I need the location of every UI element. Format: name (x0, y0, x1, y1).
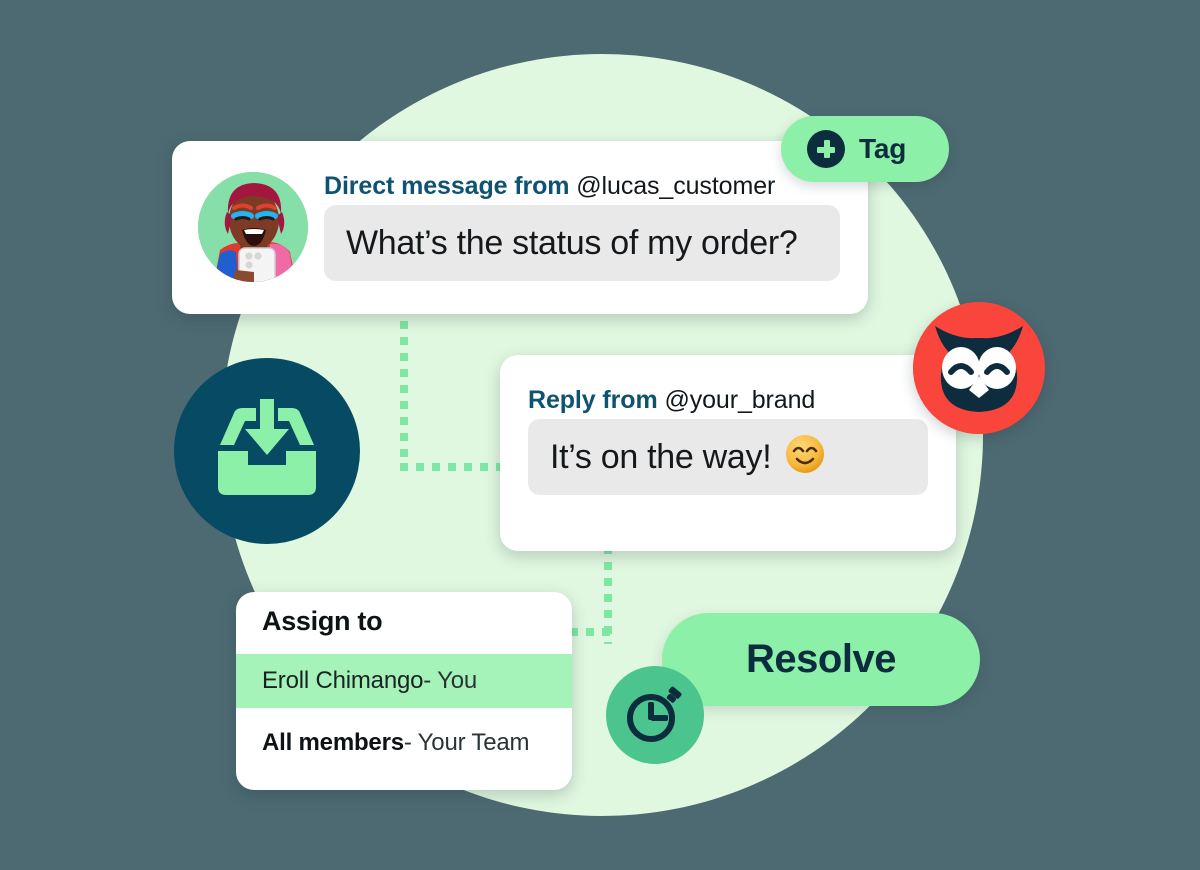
tag-button[interactable]: Tag (781, 116, 949, 182)
hootsuite-owl-logo-icon (913, 302, 1045, 434)
connector-horizontal-dm (400, 463, 510, 471)
reply-bubble: It’s on the way! (528, 419, 928, 495)
assign-option-all-members[interactable]: All members - Your Team (236, 716, 572, 770)
connector-horizontal-reply (570, 628, 612, 636)
plus-circle-icon (807, 130, 845, 168)
direct-message-heading: Direct message from @lucas_customer (324, 172, 775, 201)
assign-to-title: Assign to (262, 606, 383, 636)
illustration-stage: Direct message from @lucas_customer What… (0, 0, 1200, 870)
assign-option-name: All members (262, 729, 404, 756)
direct-message-handle: @lucas_customer (569, 172, 776, 200)
direct-message-heading-bold: Direct message from (324, 172, 570, 200)
inbox-badge[interactable] (174, 358, 360, 544)
stopwatch-timer-icon (627, 686, 682, 742)
assign-option-name: Eroll Chimango (262, 667, 424, 694)
direct-message-card[interactable]: Direct message from @lucas_customer What… (172, 141, 868, 314)
connector-vertical-dm (400, 305, 408, 471)
direct-message-text: What’s the status of my order? (346, 223, 798, 262)
reply-text: It’s on the way! (550, 437, 772, 476)
resolve-button[interactable]: Resolve (662, 613, 980, 706)
resolve-button-label: Resolve (746, 637, 896, 681)
assign-option-eroll-chimango[interactable]: Eroll Chimango - You (236, 654, 572, 708)
reply-heading: Reply from @your_brand (528, 386, 815, 415)
avatar (198, 172, 308, 282)
reply-card[interactable]: Reply from @your_brand It’s on the way! (500, 355, 956, 551)
brand-logo-badge[interactable] (913, 302, 1045, 434)
tag-button-label: Tag (859, 133, 907, 164)
direct-message-bubble: What’s the status of my order? (324, 205, 840, 281)
inbox-download-icon (218, 399, 316, 495)
assign-option-suffix: - Your Team (403, 729, 530, 756)
reply-handle: @your_brand (657, 386, 816, 414)
smiling-face-emoji (785, 434, 825, 480)
reply-heading-bold: Reply from (528, 386, 658, 414)
timer-badge[interactable] (606, 666, 704, 764)
assign-to-card[interactable]: Assign to Eroll Chimango - You All membe… (236, 592, 572, 790)
assign-option-suffix: - You (423, 667, 478, 694)
